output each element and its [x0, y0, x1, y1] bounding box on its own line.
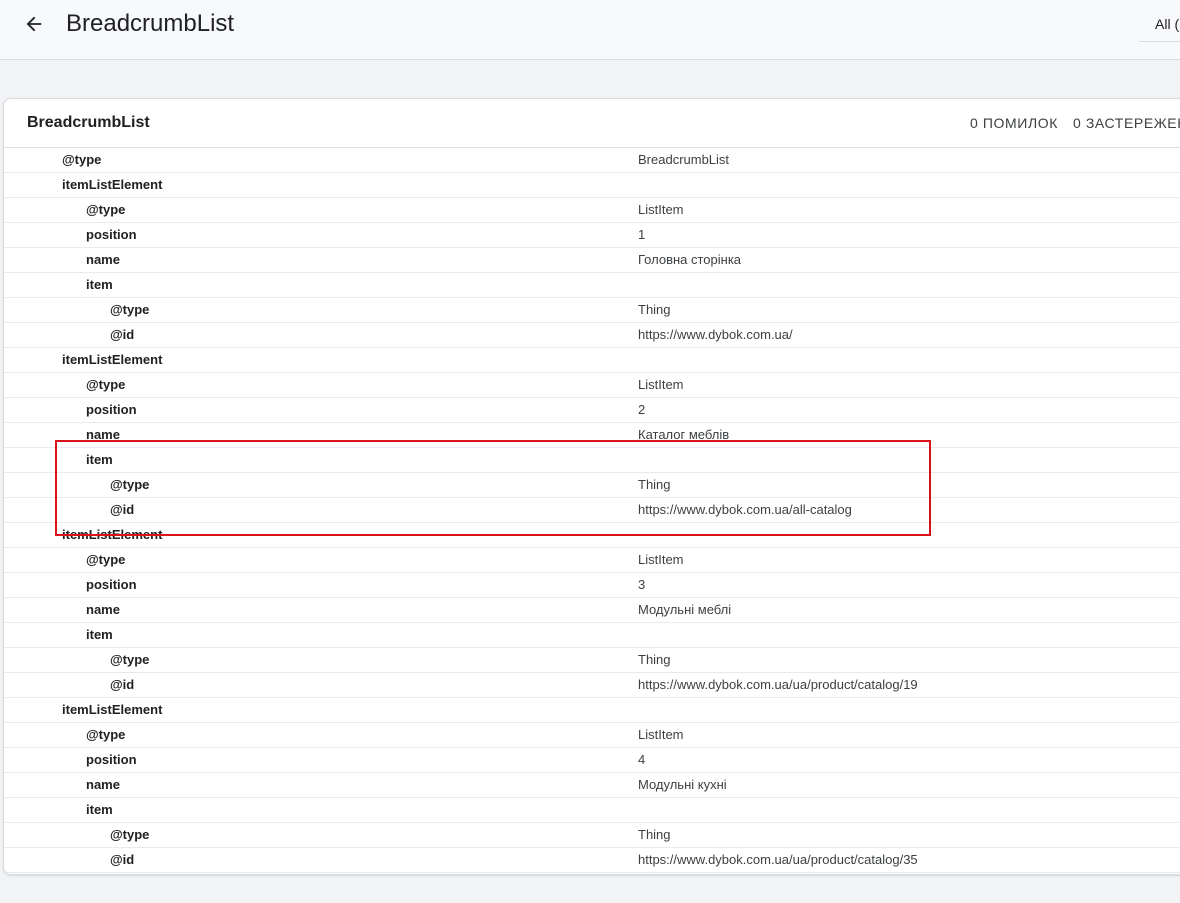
property-key: itemListElement: [62, 177, 163, 192]
property-key: item: [86, 802, 113, 817]
property-key: @type: [86, 552, 126, 567]
page-title: BreadcrumbList: [66, 10, 235, 37]
property-value: ListItem: [638, 377, 684, 392]
property-key: @type: [86, 202, 126, 217]
property-row: item: [4, 798, 1180, 823]
card-header: BreadcrumbList 0 ПОМИЛОК 0 ЗАСТЕРЕЖЕНЬ: [4, 99, 1180, 148]
property-key: name: [86, 602, 120, 617]
property-value: https://www.dybok.com.ua/ua/product/cata…: [638, 852, 918, 867]
property-key: name: [86, 427, 120, 442]
property-key: item: [86, 277, 113, 292]
property-key: item: [86, 627, 113, 642]
property-value: Thing: [638, 477, 671, 492]
property-key: @id: [110, 677, 135, 692]
property-value: https://www.dybok.com.ua/ua/product/cata…: [638, 677, 918, 692]
property-value: https://www.dybok.com.ua/all-catalog: [638, 502, 852, 517]
property-key: position: [86, 752, 137, 767]
property-value: BreadcrumbList: [638, 152, 730, 167]
property-row: @type ListItem: [4, 373, 1180, 398]
property-row: @type BreadcrumbList: [4, 148, 1180, 173]
property-row: position 1: [4, 223, 1180, 248]
property-key: @id: [110, 502, 135, 517]
property-value: Модульні меблі: [638, 602, 732, 617]
property-row: @type Thing: [4, 823, 1180, 848]
property-value: ListItem: [638, 552, 684, 567]
arrow-back-icon: [26, 16, 42, 32]
property-value: Каталог меблів: [638, 427, 730, 442]
property-value: Головна сторінка: [638, 252, 742, 267]
property-key: item: [86, 452, 113, 467]
property-row: @type ListItem: [4, 548, 1180, 573]
property-key: name: [86, 777, 120, 792]
property-row: itemListElement: [4, 698, 1180, 723]
property-value: 3: [638, 577, 646, 592]
property-row: itemListElement: [4, 348, 1180, 373]
errors-count[interactable]: 0 ПОМИЛОК: [970, 114, 1058, 132]
property-value: ListItem: [638, 202, 684, 217]
property-row: position 4: [4, 748, 1180, 773]
property-value: Thing: [638, 302, 671, 317]
property-row: @id https://www.dybok.com.ua/ua/product/c…: [4, 673, 1180, 698]
property-row: position 3: [4, 573, 1180, 598]
property-key: name: [86, 252, 120, 267]
property-row: itemListElement: [4, 173, 1180, 198]
property-key: @type: [86, 727, 126, 742]
property-row: name Каталог меблів: [4, 423, 1180, 448]
property-row: itemListElement: [4, 523, 1180, 548]
property-key: @id: [110, 852, 135, 867]
property-value: Thing: [638, 827, 671, 842]
warnings-count[interactable]: 0 ЗАСТЕРЕЖЕНЬ: [1073, 114, 1180, 132]
property-row: @type Thing: [4, 473, 1180, 498]
property-row: @type ListItem: [4, 723, 1180, 748]
property-key: itemListElement: [62, 352, 163, 367]
property-key: @type: [110, 827, 150, 842]
property-value: Thing: [638, 652, 671, 667]
property-row: @id https://www.dybok.com.ua/all-catalog: [4, 498, 1180, 523]
property-row: @type Thing: [4, 298, 1180, 323]
card-title: BreadcrumbList: [27, 114, 150, 131]
property-key: position: [86, 402, 137, 417]
property-row: name Головна сторінка: [4, 248, 1180, 273]
property-value: 1: [638, 227, 646, 242]
property-row: @type ListItem: [4, 198, 1180, 223]
property-key: @id: [110, 327, 135, 342]
property-key: itemListElement: [62, 702, 163, 717]
property-key: itemListElement: [62, 527, 163, 542]
property-key: @type: [86, 377, 126, 392]
property-row: item: [4, 448, 1180, 473]
property-row: @id https://www.dybok.com.ua/ua/product/c…: [4, 848, 1180, 873]
property-row: name Модульні кухні: [4, 773, 1180, 798]
property-row: @id https://www.dybok.com.ua/: [4, 323, 1180, 348]
property-table: @type BreadcrumbList itemListElement @type L…: [4, 148, 1180, 873]
property-key: @type: [62, 152, 102, 167]
filter-dropdown[interactable]: All (: [1139, 6, 1180, 42]
property-value: https://www.dybok.com.ua/: [638, 327, 793, 342]
property-key: @type: [110, 652, 150, 667]
property-row: name Модульні меблі: [4, 598, 1180, 623]
property-row: item: [4, 273, 1180, 298]
structured-data-card: BreadcrumbList 0 ПОМИЛОК 0 ЗАСТЕРЕЖЕНЬ @…: [3, 98, 1180, 875]
property-row: @type Thing: [4, 648, 1180, 673]
property-key: @type: [110, 302, 150, 317]
property-row: item: [4, 623, 1180, 648]
back-button[interactable]: [14, 4, 54, 44]
property-value: ListItem: [638, 727, 684, 742]
top-app-bar: BreadcrumbList All (: [0, 0, 1180, 60]
property-value: 4: [638, 752, 646, 767]
property-value: 2: [638, 402, 646, 417]
property-value: Модульні кухні: [638, 777, 727, 792]
property-key: position: [86, 577, 137, 592]
property-key: position: [86, 227, 137, 242]
property-row: position 2: [4, 398, 1180, 423]
property-key: @type: [110, 477, 150, 492]
